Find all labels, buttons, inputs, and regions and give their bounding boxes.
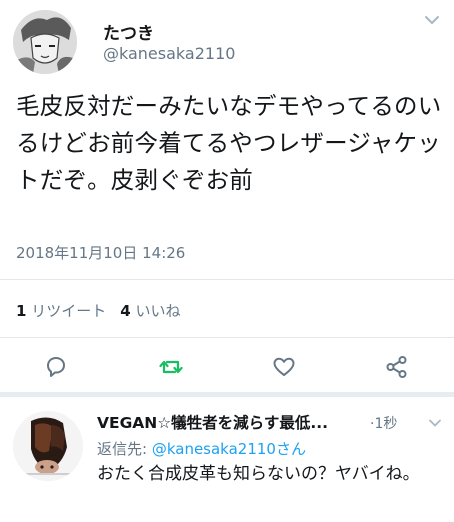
avatar-illustration-icon	[13, 10, 77, 74]
reply-icon[interactable]	[43, 354, 69, 380]
reply-time[interactable]: ·1秒	[370, 413, 397, 433]
section-divider	[0, 392, 454, 397]
cow-avatar-icon	[13, 411, 83, 481]
reply-text: おたく合成皮革も知らないの？ヤバイね。	[97, 464, 420, 484]
chevron-down-icon[interactable]	[428, 418, 442, 428]
retweet-label: リツイート	[31, 302, 107, 320]
heart-icon[interactable]	[271, 354, 297, 380]
divider	[0, 279, 454, 280]
tweet-text: 毛皮反対だーみたいなデモやってるのいるけどお前今着てるやつレザージャケットだぞ。…	[16, 92, 442, 194]
reply-display-name[interactable]: VEGAN☆犠牲者を減らす最低...	[97, 411, 328, 433]
chevron-down-icon[interactable]	[424, 14, 440, 26]
replying-to-label: 返信先:	[97, 440, 152, 458]
avatar[interactable]	[13, 10, 77, 74]
display-name[interactable]: たつき	[103, 19, 154, 44]
reply-timestamp: 1秒	[374, 416, 398, 432]
like-count: 4	[120, 302, 131, 320]
tweet-timestamp[interactable]: 2018年11月10日 14:26	[16, 242, 185, 263]
reply-avatar[interactable]	[13, 411, 83, 481]
like-label: いいね	[135, 302, 181, 320]
retweet-stat[interactable]: 1 リツイート	[16, 302, 106, 320]
divider	[0, 337, 454, 338]
replying-to: 返信先: @kanesaka2110さん	[97, 438, 306, 459]
engagement-stats: 1 リツイート 4 いいね	[16, 300, 180, 321]
user-handle[interactable]: @kanesaka2110	[103, 44, 235, 63]
mention-link[interactable]: @kanesaka2110さん	[152, 440, 306, 458]
retweet-icon[interactable]	[158, 354, 184, 380]
like-stat[interactable]: 4 いいね	[120, 302, 180, 320]
retweet-count: 1	[16, 302, 27, 320]
share-icon[interactable]	[384, 354, 410, 380]
